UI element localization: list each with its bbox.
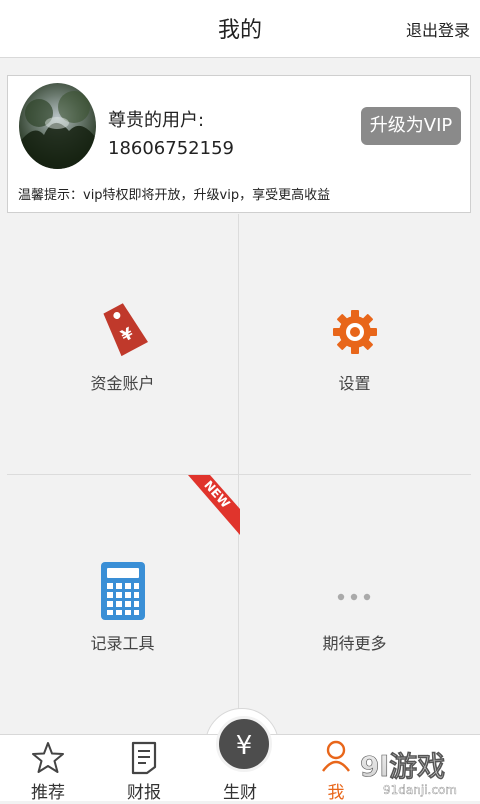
price-tag-yen-icon: ¥ <box>98 296 148 362</box>
calculator-icon <box>101 562 145 624</box>
report-icon <box>130 741 158 779</box>
grid-item-more[interactable]: 期待更多 <box>239 475 470 735</box>
star-icon <box>31 741 65 779</box>
yen-coin-icon[interactable]: ¥ <box>216 716 272 772</box>
tab-reports[interactable]: 财报 <box>96 735 192 803</box>
more-label: 期待更多 <box>322 634 387 653</box>
new-badge: NEW <box>188 475 240 535</box>
avatar[interactable] <box>19 83 96 169</box>
watermark-subtext: 91danji.com <box>383 783 457 797</box>
watermark-text: 9l游戏 <box>360 750 445 783</box>
user-phone: 18606752159 <box>108 138 234 159</box>
tab-earn-label: 生财 <box>223 783 257 803</box>
watermark-logo: 9l游戏 91danji.com <box>340 740 480 800</box>
more-dots-icon <box>336 587 372 606</box>
upgrade-vip-button[interactable]: 升级为VIP <box>361 107 461 145</box>
gear-icon <box>331 308 379 360</box>
app-header: 我的 退出登录 <box>0 0 480 58</box>
svg-text:¥: ¥ <box>236 731 253 761</box>
tab-recommend[interactable]: 推荐 <box>0 735 96 803</box>
fund-account-label: 资金账户 <box>90 374 155 393</box>
tab-recommend-label: 推荐 <box>31 783 65 803</box>
logout-button[interactable]: 退出登录 <box>406 17 470 41</box>
vip-tip: 温馨提示：vip特权即将开放，升级vip，享受更高收益 <box>18 188 331 203</box>
user-label: 尊贵的用户: <box>108 110 205 131</box>
settings-label: 设置 <box>338 374 371 393</box>
grid-item-fund-account[interactable]: ¥ 资金账户 <box>7 214 238 474</box>
tab-reports-label: 财报 <box>127 783 161 803</box>
grid-item-settings[interactable]: 设置 <box>239 214 470 474</box>
record-tools-label: 记录工具 <box>90 634 155 653</box>
profile-card: 尊贵的用户: 18606752159 升级为VIP 温馨提示：vip特权即将开放… <box>7 75 471 213</box>
